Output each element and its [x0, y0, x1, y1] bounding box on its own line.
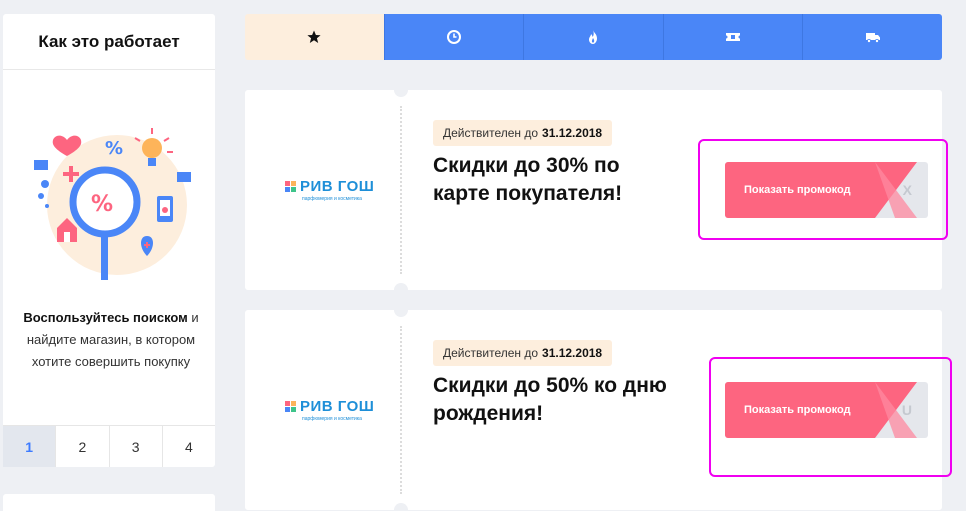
clock-icon	[446, 30, 461, 44]
validity-badge: Действителен до 31.12.2018	[433, 120, 613, 146]
store-name: РИВ ГОШ	[300, 178, 375, 195]
card-notch	[394, 283, 408, 297]
step-2-button[interactable]: 2	[56, 426, 110, 467]
store-name: РИВ ГОШ	[300, 398, 375, 415]
store-subtitle: парфюмерия и косметика	[302, 416, 362, 422]
how-it-works-title: Как это работает	[3, 14, 215, 70]
step-3-button[interactable]: 3	[110, 426, 163, 467]
card-perforation	[400, 326, 402, 494]
how-it-works-text-bold: Воспользуйтесь поиском	[23, 310, 188, 325]
validity-date: 31.12.2018	[542, 126, 603, 140]
store-subtitle: парфюмерия и косметика	[302, 196, 362, 202]
highlight-box	[709, 357, 952, 477]
coupon-title[interactable]: Скидки до 30% по карте покупателя!	[433, 152, 673, 208]
sidebar-second-panel	[3, 494, 215, 511]
coupon-title[interactable]: Скидки до 50% ко дню рождения!	[433, 372, 673, 428]
tab-delivery[interactable]	[802, 14, 942, 60]
validity-date: 31.12.2018	[542, 346, 603, 360]
card-notch	[394, 503, 408, 511]
step-4-button[interactable]: 4	[163, 426, 215, 467]
tab-coupons[interactable]	[662, 14, 803, 60]
tab-favorites[interactable]	[245, 14, 384, 60]
how-it-works-text: Воспользуйтесь поиском и найдите магазин…	[13, 307, 209, 373]
card-notch	[394, 303, 408, 317]
store-logo-mark-icon	[285, 181, 296, 192]
svg-text:%: %	[91, 192, 113, 217]
tab-hot[interactable]	[523, 14, 663, 60]
validity-label: Действителен до	[443, 126, 539, 140]
store-logo-mark-icon	[285, 401, 296, 412]
validity-badge: Действителен до 31.12.2018	[433, 340, 613, 366]
how-it-works-panel: Как это работает % % Воспользуйтесь поис…	[3, 14, 215, 467]
step-1-button[interactable]: 1	[3, 426, 57, 467]
highlight-box	[698, 139, 948, 240]
fire-icon	[589, 30, 598, 44]
category-tabs	[245, 14, 942, 60]
steps-pagination: 1 2 3 4	[3, 425, 215, 467]
ticket-icon	[726, 33, 741, 41]
card-notch	[394, 83, 408, 97]
tab-recent[interactable]	[383, 14, 524, 60]
card-perforation	[400, 106, 402, 274]
store-logo[interactable]: РИВ ГОШ парфюмерия и косметика	[285, 178, 385, 202]
svg-text:%: %	[105, 138, 123, 159]
truck-icon	[865, 33, 880, 43]
validity-label: Действителен до	[443, 346, 539, 360]
store-logo[interactable]: РИВ ГОШ парфюмерия и косметика	[285, 398, 385, 422]
search-illustration-icon: % %	[34, 128, 191, 280]
star-icon	[307, 30, 321, 43]
